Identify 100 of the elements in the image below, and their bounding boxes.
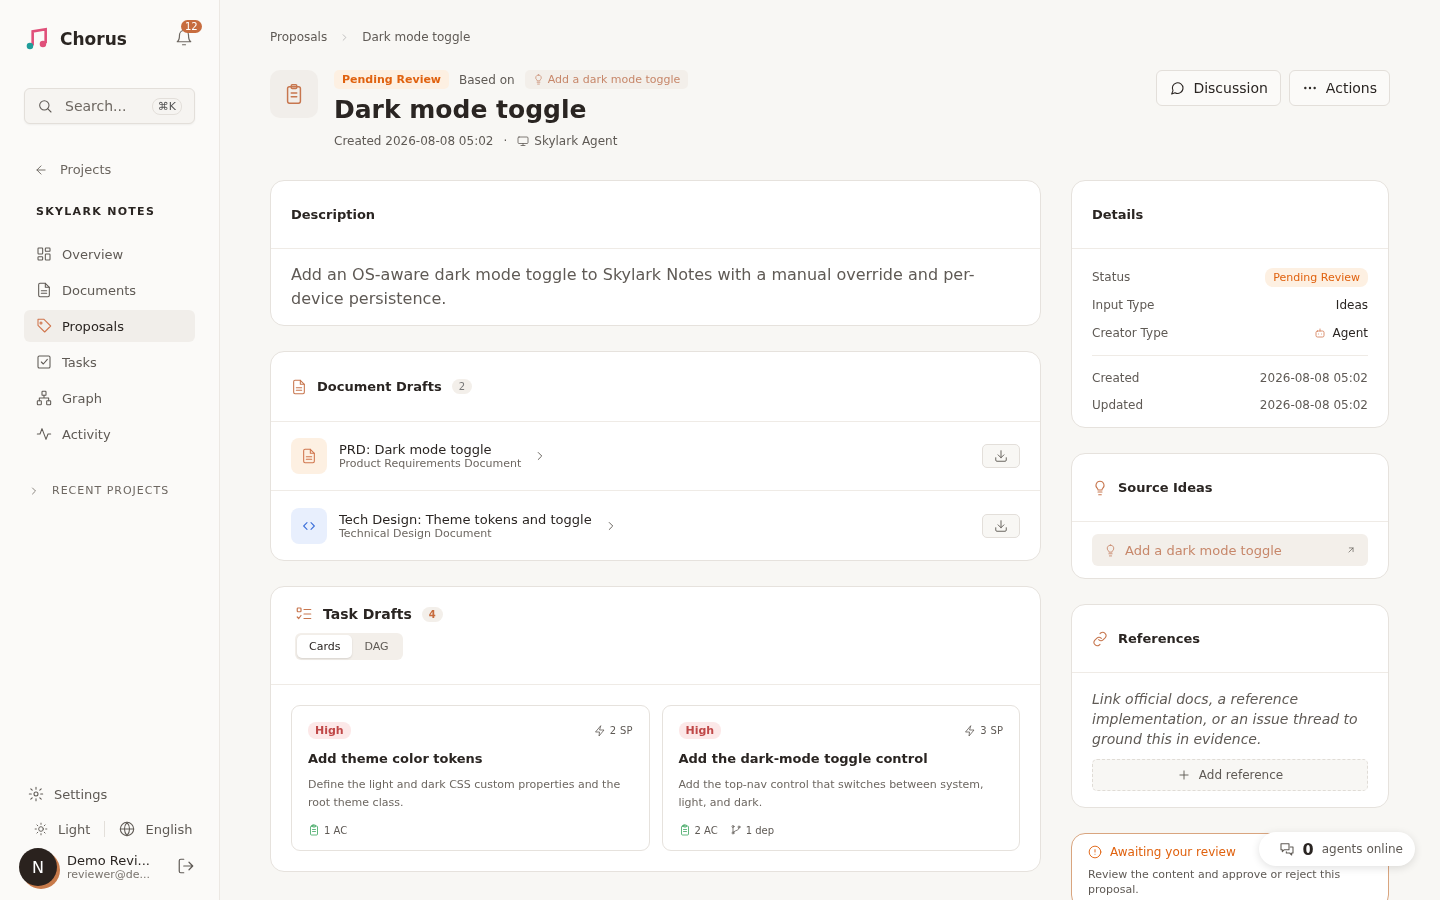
download-button[interactable] [982, 444, 1020, 468]
clipboard-icon [678, 824, 691, 836]
dependency-count: 1 dep [745, 824, 775, 836]
shortcut-hint: ⌘K [151, 97, 182, 115]
actions-button[interactable]: Actions [1288, 70, 1390, 106]
created-date: Created 2026-08-08 05:02 [334, 134, 494, 148]
sun-icon [34, 822, 48, 836]
task-card[interactable]: High 2 SP Add theme color tokens Define the light and dark CSS custom properties and the root theme class. 1 AC [291, 705, 650, 851]
story-points: 3 [980, 725, 987, 736]
bell-icon [175, 29, 193, 47]
add-reference-button[interactable]: Add reference [1092, 759, 1368, 791]
detail-value: 2026-08-08 05:02 [1259, 398, 1368, 412]
task-title: Add theme color tokens [308, 751, 484, 766]
priority-badge: High [678, 722, 722, 739]
sidebar-item[interactable]: Overview [24, 238, 195, 270]
review-title: Awaiting your review [1110, 845, 1236, 859]
alert-icon [1088, 845, 1102, 859]
lightbulb-icon [532, 74, 544, 85]
breadcrumb-current: Dark mode toggle [362, 30, 471, 44]
detail-value: Agent [1332, 326, 1368, 340]
checkbox-icon [36, 354, 52, 370]
based-on-label: Based on [459, 72, 515, 87]
clipboard-icon [308, 824, 320, 836]
sidebar-item[interactable]: Proposals [24, 310, 195, 342]
detail-value: 2026-08-08 05:02 [1259, 370, 1368, 385]
count-badge: 4 [421, 606, 443, 622]
document-draft-row[interactable]: Tech Design: Theme tokens and toggle Technical Design Document [271, 491, 1040, 560]
task-title: Add the dark-mode toggle control [678, 751, 929, 766]
lightbulb-icon [1092, 479, 1108, 496]
tag-icon [36, 318, 52, 334]
download-icon [994, 518, 1008, 533]
status-badge: Pending Review [1265, 267, 1368, 287]
document-icon [36, 282, 52, 298]
acceptance-count: 2 AC [694, 824, 718, 836]
language-selector[interactable]: English [119, 815, 193, 843]
search-icon [37, 98, 53, 114]
agents-online-pill[interactable]: 0 agents online [1258, 832, 1415, 866]
discussion-button[interactable]: Discussion [1156, 70, 1281, 106]
document-draft-row[interactable]: PRD: Dark mode toggle Product Requirements Document [271, 422, 1040, 491]
search-input[interactable]: Search... [63, 97, 133, 115]
author-name: Skylark Agent [534, 134, 618, 148]
chat-icon [1169, 80, 1186, 96]
breadcrumb-link[interactable]: Proposals [270, 30, 328, 44]
review-text: Review the content and approve or reject this proposal. [1088, 867, 1342, 897]
sidebar-item[interactable]: Documents [24, 274, 195, 306]
download-button[interactable] [982, 513, 1020, 538]
separator-dot: · [503, 134, 508, 148]
section-title: Task Drafts [323, 606, 412, 622]
recent-projects-toggle[interactable]: RECENT PROJECTS [24, 484, 195, 497]
detail-label: Status [1092, 270, 1131, 284]
sidebar-item[interactable]: Tasks [24, 346, 195, 378]
plus-icon [1176, 768, 1191, 782]
sidebar-item[interactable]: Activity [24, 418, 195, 450]
lightning-icon [964, 724, 977, 737]
download-icon [994, 449, 1008, 463]
grid-icon [36, 246, 52, 262]
sidebar-item[interactable]: Graph [24, 382, 195, 414]
logout-icon [177, 856, 195, 875]
messages-icon [1278, 841, 1295, 857]
draft-subtitle: Technical Design Document [339, 526, 493, 540]
points-unit: SP [990, 725, 1003, 736]
notification-badge: 12 [181, 20, 202, 33]
view-tab[interactable]: DAG [352, 635, 401, 658]
monitor-icon [517, 135, 530, 147]
settings-link[interactable]: Settings [24, 780, 195, 808]
points-unit: SP [620, 725, 633, 736]
back-arrow-icon [34, 162, 48, 177]
acceptance-count: 1 AC [324, 824, 348, 836]
description-text: Add an OS-aware dark mode toggle to Skylark Notes with a manual override and per-device persistence. [290, 264, 976, 310]
section-title: References [1118, 631, 1201, 646]
back-link[interactable]: Projects [24, 162, 195, 177]
page-title: Dark mode toggle [334, 95, 588, 124]
section-title: Document Drafts [317, 379, 442, 394]
globe-icon [119, 821, 136, 837]
lightbulb-icon [1104, 543, 1117, 557]
detail-label: Creator Type [1092, 326, 1169, 340]
theme-toggle[interactable]: Light [34, 815, 91, 843]
task-card[interactable]: High 3 SP Add the dark-mode toggle control Add the top-nav control that switches between system, light, and dark. 2 AC 1 dep [661, 705, 1020, 851]
user-avatar: N [19, 848, 57, 886]
section-title: Description [291, 207, 376, 222]
external-link-icon [1346, 545, 1356, 555]
draft-subtitle: Product Requirements Document [339, 457, 522, 470]
music-note-logo [24, 26, 50, 52]
detail-label: Created [1092, 370, 1140, 385]
presence-label: agents online [1321, 842, 1403, 856]
document-icon [291, 378, 307, 395]
task-description: Add the top-nav control that switches between system, light, and dark. [678, 777, 985, 811]
count-badge: 2 [451, 379, 472, 394]
lightning-icon [593, 724, 606, 737]
user-name: Demo Revi... [67, 853, 151, 868]
draft-title: PRD: Dark mode toggle [339, 442, 493, 457]
user-email: reviewer@de... [67, 868, 151, 881]
link-icon [1092, 630, 1108, 647]
project-name: SKYLARK NOTES [35, 205, 157, 218]
hierarchy-icon [36, 390, 52, 406]
detail-label: Updated [1092, 398, 1144, 412]
brand-name: Chorus [60, 29, 128, 49]
task-description: Define the light and dark CSS custom properties and the root theme class. [308, 777, 622, 811]
detail-label: Input Type [1092, 298, 1155, 312]
view-tab[interactable]: Cards [297, 635, 353, 658]
